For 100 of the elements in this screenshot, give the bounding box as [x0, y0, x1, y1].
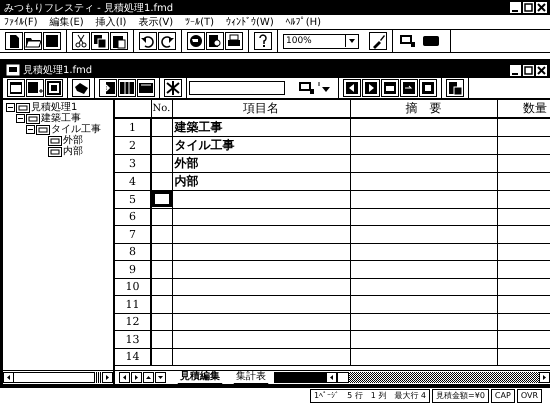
collapse-icon[interactable]: [16, 114, 25, 123]
table-cell[interactable]: [172, 348, 350, 366]
table-cell[interactable]: [151, 136, 172, 154]
table-cell[interactable]: [172, 278, 350, 296]
close-icon[interactable]: [536, 2, 547, 13]
row-header[interactable]: 1: [115, 118, 151, 136]
table-cell[interactable]: [151, 226, 172, 243]
table-cell[interactable]: [350, 226, 497, 243]
table-cell[interactable]: [151, 313, 172, 330]
row-header[interactable]: 6: [115, 208, 151, 226]
table-cell[interactable]: [172, 190, 350, 208]
table-cell[interactable]: [350, 208, 497, 226]
left-arrow-icon[interactable]: [343, 79, 361, 97]
save-icon[interactable]: [43, 32, 61, 50]
table-cell[interactable]: [151, 330, 172, 348]
table-cell[interactable]: [350, 348, 497, 366]
table-cell[interactable]: 外部: [172, 154, 350, 172]
table-cell[interactable]: [350, 190, 497, 208]
scissors-icon[interactable]: [72, 32, 90, 50]
input-field[interactable]: [189, 81, 285, 95]
table-cell[interactable]: [151, 154, 172, 172]
table-cell[interactable]: [172, 330, 350, 348]
row-header[interactable]: 3: [115, 154, 151, 172]
table-cell[interactable]: [350, 260, 497, 278]
menu-item[interactable]: ﾍﾙﾌﾟ(H): [286, 16, 322, 28]
menu-item[interactable]: 表示(V): [138, 15, 174, 29]
table-cell[interactable]: [151, 208, 172, 226]
minimize-icon[interactable]: [510, 2, 521, 13]
table-cell[interactable]: [172, 313, 350, 330]
table-cell[interactable]: [350, 154, 497, 172]
dropdown-arrow-icon[interactable]: [345, 35, 358, 47]
print-preview-icon[interactable]: [206, 32, 224, 50]
page-arrow-icon[interactable]: [400, 79, 418, 97]
column-header[interactable]: No.: [151, 100, 172, 118]
tree-item[interactable]: 見積処理1: [31, 102, 78, 113]
table-cell[interactable]: [151, 296, 172, 313]
starburst-icon[interactable]: [164, 79, 182, 97]
table-cell[interactable]: [350, 330, 497, 348]
redo-icon[interactable]: [158, 32, 176, 50]
table-cell[interactable]: [172, 296, 350, 313]
tree-item[interactable]: 外部: [63, 135, 83, 146]
table-cell[interactable]: [151, 118, 172, 136]
menu-item[interactable]: ﾌｧｲﾙ(F): [4, 16, 38, 28]
table-cell[interactable]: [151, 278, 172, 296]
row-header[interactable]: 12: [115, 313, 151, 330]
table-cell[interactable]: [151, 348, 172, 366]
table-cell[interactable]: [151, 260, 172, 278]
printer-icon[interactable]: [225, 32, 243, 50]
maximize-icon[interactable]: [523, 2, 534, 13]
table-cell[interactable]: [350, 118, 497, 136]
row-header[interactable]: 13: [115, 330, 151, 348]
menu-item[interactable]: 挿入(I): [96, 15, 126, 29]
row-header[interactable]: 10: [115, 278, 151, 296]
monitor-icon[interactable]: [297, 79, 315, 97]
window-icon[interactable]: [7, 79, 25, 97]
row-header[interactable]: 14: [115, 348, 151, 366]
table-cell[interactable]: [350, 136, 497, 154]
close-icon[interactable]: [536, 64, 547, 76]
help-icon[interactable]: [254, 32, 272, 50]
table-cell[interactable]: [172, 208, 350, 226]
table-cell[interactable]: [172, 226, 350, 243]
horizontal-scrollbar[interactable]: [326, 371, 550, 384]
row-header[interactable]: 2: [115, 136, 151, 154]
row-header[interactable]: 9: [115, 260, 151, 278]
brush-icon[interactable]: [369, 32, 387, 50]
tree-item[interactable]: 内部: [63, 146, 83, 157]
columns-icon[interactable]: [118, 79, 136, 97]
minimize-icon[interactable]: [510, 64, 521, 76]
block-icon[interactable]: [137, 79, 155, 97]
undo-icon[interactable]: [139, 32, 157, 50]
frame-icon[interactable]: [45, 79, 63, 97]
table-cell[interactable]: [172, 243, 350, 260]
table-cell[interactable]: 建築工事: [172, 118, 350, 136]
maximize-icon[interactable]: [523, 64, 534, 76]
row-header[interactable]: 7: [115, 226, 151, 243]
row-header[interactable]: 8: [115, 243, 151, 260]
table-cell[interactable]: [151, 243, 172, 260]
scrollbar-thumb[interactable]: [94, 372, 102, 383]
table-cell[interactable]: [350, 313, 497, 330]
menu-item[interactable]: ｳｨﾝﾄﾞｳ(W): [226, 16, 274, 28]
zoom-dropdown[interactable]: 100%: [283, 34, 359, 48]
row-header[interactable]: 11: [115, 296, 151, 313]
table-cell[interactable]: [350, 172, 497, 190]
monitor-icon[interactable]: [398, 32, 416, 50]
table-cell[interactable]: [350, 243, 497, 260]
stacked-pages-icon[interactable]: [446, 79, 464, 97]
column-header[interactable]: 項目名: [172, 100, 350, 118]
tree-item[interactable]: タイル工事: [51, 124, 101, 135]
scrollbar-thumb[interactable]: [337, 372, 349, 383]
table-cell[interactable]: [350, 278, 497, 296]
row-header[interactable]: 4: [115, 172, 151, 190]
collapse-icon[interactable]: [6, 103, 15, 112]
clipboard-icon[interactable]: [110, 32, 128, 50]
collapse-icon[interactable]: [26, 125, 35, 134]
copy-icon[interactable]: [91, 32, 109, 50]
right-arrow-icon[interactable]: [362, 79, 380, 97]
open-folder-icon[interactable]: [24, 32, 42, 50]
menu-item[interactable]: 編集(E): [50, 15, 84, 29]
table-cell[interactable]: タイル工事: [172, 136, 350, 154]
column-header[interactable]: 数量: [497, 100, 550, 118]
